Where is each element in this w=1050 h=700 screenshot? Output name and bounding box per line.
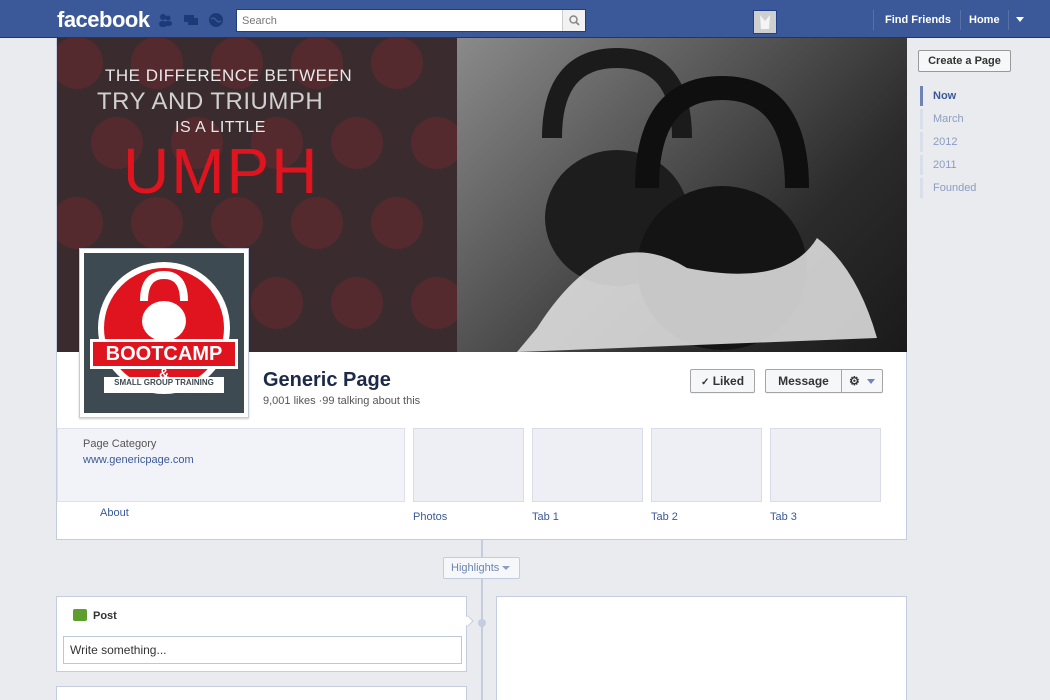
logo-subtitle-text: SMALL GROUP TRAINING [114, 378, 214, 387]
liked-button-label: Liked [712, 374, 745, 388]
scrubber-item-2012[interactable]: 2012 [920, 132, 1030, 152]
scrubber-item-march[interactable]: March [920, 109, 1030, 129]
tab-2-thumbnail[interactable] [651, 428, 762, 502]
account-menu-chevron-icon[interactable] [1016, 17, 1024, 22]
message-button[interactable]: Message [765, 369, 841, 393]
friend-requests-icon[interactable] [157, 12, 173, 28]
tab-3[interactable]: Tab 3 [770, 511, 797, 523]
timeline-dot [478, 619, 486, 627]
scrubber-item-now[interactable]: Now [920, 86, 1030, 106]
search-button[interactable] [562, 10, 585, 31]
settings-dropdown-button[interactable]: ⚙ [841, 369, 883, 393]
chevron-down-icon [502, 566, 510, 570]
scrubber-item-founded[interactable]: Founded [920, 178, 1030, 198]
tab-2[interactable]: Tab 2 [651, 511, 678, 523]
highlights-label: Highlights [451, 562, 500, 574]
cover-tagline-line4: UMPH [123, 135, 320, 207]
tab-3-thumbnail[interactable] [770, 428, 881, 502]
page-stats: 9,001 likes ·99 talking about this [263, 395, 421, 407]
find-friends-link[interactable]: Find Friends [885, 14, 951, 26]
home-link[interactable]: Home [969, 14, 1000, 26]
search-input[interactable] [237, 10, 563, 31]
page-header-card: THE DIFFERENCE BETWEEN TRY AND TRIUMPH I… [56, 38, 907, 540]
checkmark-icon: ✓ [700, 377, 710, 388]
notifications-globe-icon[interactable] [208, 12, 224, 28]
top-bar: facebook Find Friends Home [0, 0, 1050, 38]
scrubber-item-2011[interactable]: 2011 [920, 155, 1030, 175]
tab-1[interactable]: Tab 1 [532, 511, 559, 523]
kettlebell-illustration [517, 47, 877, 352]
post-input[interactable] [63, 636, 462, 664]
post-tab[interactable]: Post [93, 610, 117, 622]
facebook-logo[interactable]: facebook [57, 7, 150, 33]
liked-button[interactable]: ✓ Liked [690, 369, 755, 393]
tab-photos-thumbnail[interactable] [413, 428, 524, 502]
nav-divider [1008, 10, 1009, 30]
bootcamp-logo-graphic [90, 262, 238, 394]
kettlebell-photo [457, 38, 907, 352]
about-link[interactable]: About [100, 507, 129, 519]
search-box [236, 9, 586, 32]
timeline-right-card [496, 596, 907, 700]
user-avatar[interactable] [753, 10, 777, 34]
page-profile-picture[interactable]: BOOTCAMP & SMALL GROUP TRAINING [79, 248, 249, 418]
nav-divider [960, 10, 961, 30]
page-category: Page Category [83, 438, 157, 450]
page-title[interactable]: Generic Page [263, 369, 391, 392]
gear-icon: ⚙ [848, 374, 860, 388]
profile-picture-icon [754, 11, 776, 33]
about-summary: Page Category www.genericpage.com [57, 428, 405, 502]
cover-tagline-line1: THE DIFFERENCE BETWEEN [105, 66, 353, 85]
nav-divider [873, 10, 874, 30]
create-page-button[interactable]: Create a Page [918, 50, 1011, 72]
tab-photos[interactable]: Photos [413, 511, 447, 523]
status-update-icon [73, 609, 87, 621]
bootcamp-logo: BOOTCAMP & SMALL GROUP TRAINING [84, 253, 244, 413]
website-link[interactable]: www.genericpage.com [83, 454, 194, 466]
tab-1-thumbnail[interactable] [532, 428, 643, 502]
highlights-dropdown[interactable]: Highlights [443, 557, 520, 579]
timeline-story-card [56, 686, 467, 700]
messages-icon[interactable] [183, 12, 199, 28]
logo-bootcamp-text: BOOTCAMP [105, 343, 223, 365]
search-icon [569, 15, 580, 26]
chevron-down-icon [867, 379, 876, 385]
post-composer: Post [56, 596, 467, 672]
cover-tagline-line2: TRY AND TRIUMPH [97, 88, 324, 115]
